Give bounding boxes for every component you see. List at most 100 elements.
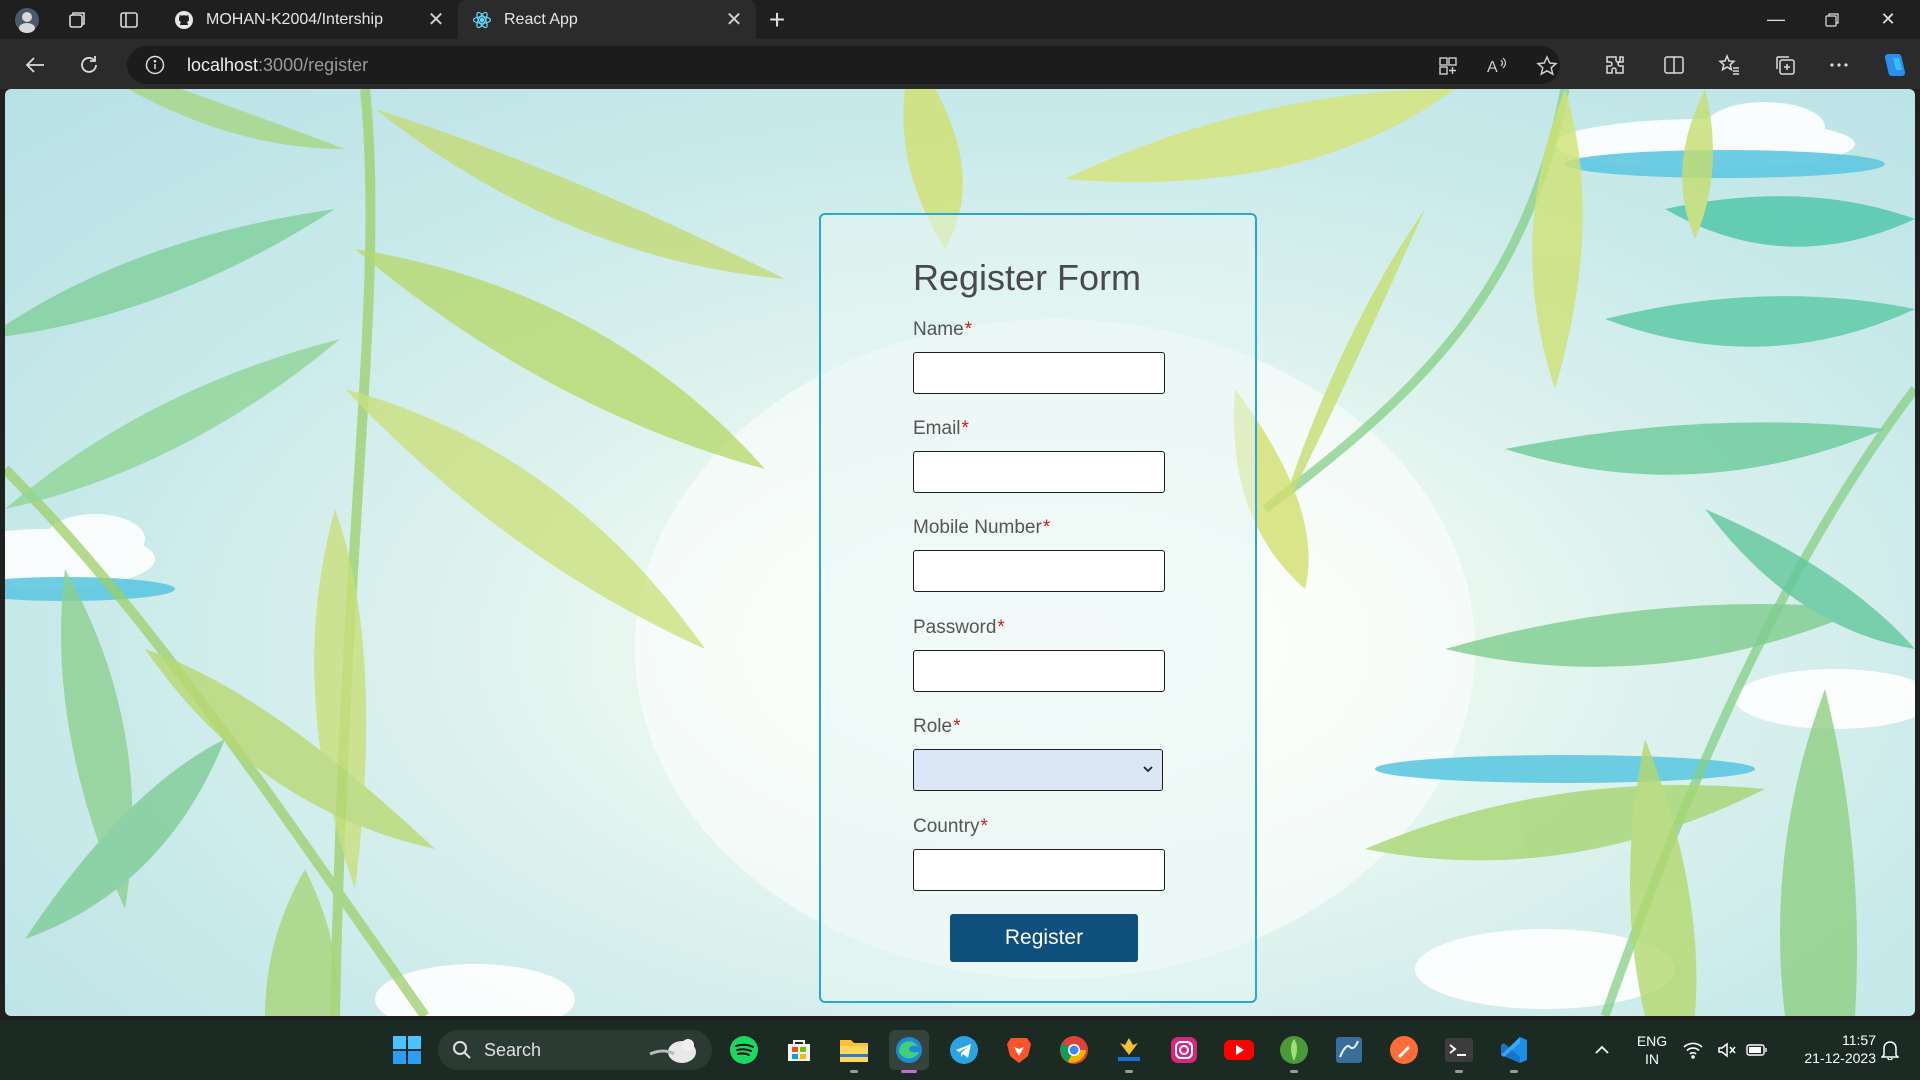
- volume-muted-icon[interactable]: [1712, 1030, 1742, 1070]
- mobile-number-input[interactable]: [913, 550, 1165, 592]
- register-form: Register Form Name* Email* Mobile Number…: [819, 213, 1257, 1003]
- region-code: IN: [1645, 1051, 1659, 1067]
- new-tab-icon[interactable]: +: [762, 4, 792, 35]
- url-text[interactable]: localhost:3000/register: [187, 55, 368, 76]
- running-indicator: [1125, 1070, 1133, 1073]
- close-tab-icon[interactable]: ✕: [720, 6, 748, 34]
- copilot-icon[interactable]: [1877, 48, 1911, 82]
- label-text: Country: [913, 816, 980, 837]
- restore-icon[interactable]: [1804, 0, 1860, 39]
- register-button[interactable]: Register: [950, 914, 1138, 962]
- tab-react-app[interactable]: React App ✕: [458, 0, 756, 39]
- email-label: Email*: [913, 418, 969, 440]
- mobile-number-label: Mobile Number*: [913, 517, 1050, 539]
- favorite-star-icon[interactable]: [1535, 54, 1559, 78]
- form-title: Register Form: [913, 257, 1142, 298]
- brave-icon[interactable]: [999, 1030, 1039, 1070]
- tab-github[interactable]: MOHAN-K2004/Intership ✕: [160, 0, 458, 39]
- wifi-icon[interactable]: [1678, 1030, 1708, 1070]
- store-icon[interactable]: [779, 1030, 819, 1070]
- required-mark: *: [980, 816, 988, 837]
- country-input[interactable]: [913, 849, 1165, 891]
- tab-actions-icon[interactable]: [116, 7, 142, 33]
- language-code: ENG: [1636, 1033, 1668, 1049]
- close-tab-icon[interactable]: ✕: [422, 6, 450, 34]
- refresh-icon[interactable]: [72, 48, 106, 82]
- clock[interactable]: 11:57 21-12-2023: [1780, 1031, 1876, 1067]
- mongodb-compass-icon[interactable]: [1274, 1030, 1314, 1073]
- role-select[interactable]: [913, 749, 1163, 791]
- running-indicator: [1290, 1070, 1298, 1073]
- name-label: Name*: [913, 319, 972, 341]
- chevron-down-icon: [1143, 766, 1153, 773]
- minimize-icon[interactable]: —: [1748, 0, 1804, 39]
- search-icon: [453, 1041, 471, 1059]
- start-icon[interactable]: [387, 1030, 427, 1070]
- required-mark: *: [1042, 517, 1051, 538]
- url-host: localhost: [187, 55, 259, 75]
- svg-text:A: A: [1487, 59, 1498, 76]
- required-mark: *: [961, 418, 969, 439]
- title-bar: MOHAN-K2004/Intership ✕ React App ✕ + — …: [0, 0, 1920, 39]
- password-input[interactable]: [913, 650, 1165, 692]
- search-label: Search: [484, 1040, 542, 1060]
- running-indicator: [1455, 1070, 1463, 1073]
- app-icon[interactable]: [1109, 1030, 1149, 1073]
- extensions-icon[interactable]: [1598, 48, 1632, 82]
- close-window-icon[interactable]: ✕: [1860, 0, 1916, 39]
- battery-icon[interactable]: [1742, 1030, 1772, 1070]
- label-text: Role: [913, 716, 953, 737]
- label-text: Password: [913, 617, 997, 638]
- chrome-icon[interactable]: [1054, 1030, 1094, 1070]
- time: 11:57: [1842, 1032, 1876, 1048]
- running-indicator: [850, 1070, 858, 1073]
- role-label: Role*: [913, 716, 960, 738]
- url-path: :3000/register: [258, 55, 369, 75]
- taskbar-search[interactable]: Search: [438, 1030, 712, 1070]
- file-explorer-icon[interactable]: [834, 1030, 874, 1073]
- tab-label: React App: [504, 10, 578, 28]
- workspaces-icon[interactable]: [64, 7, 90, 33]
- running-indicator: [1510, 1070, 1518, 1073]
- address-bar[interactable]: localhost:3000/register A: [127, 46, 1560, 84]
- mysql-workbench-icon[interactable]: [1329, 1030, 1369, 1070]
- search-highlight-bird-icon: [649, 1039, 696, 1063]
- taskbar: Search ENG IN 11:57 21-12-2023: [0, 1020, 1920, 1080]
- youtube-icon[interactable]: [1219, 1030, 1259, 1070]
- profile-avatar-icon[interactable]: [14, 7, 40, 33]
- required-mark: *: [953, 716, 961, 737]
- running-indicator: [901, 1070, 917, 1073]
- spotify-icon[interactable]: [724, 1030, 764, 1070]
- notifications-icon[interactable]: [1876, 1030, 1904, 1070]
- back-icon[interactable]: [18, 48, 52, 82]
- page-viewport: Register Form Name* Email* Mobile Number…: [5, 89, 1915, 1016]
- app-available-icon[interactable]: [1436, 54, 1460, 78]
- browser-toolbar: localhost:3000/register A: [0, 39, 1920, 89]
- required-mark: *: [997, 617, 1005, 638]
- vscode-icon[interactable]: [1494, 1030, 1534, 1073]
- postman-icon[interactable]: [1384, 1030, 1424, 1070]
- react-icon: [472, 10, 492, 30]
- github-icon: [174, 10, 194, 30]
- terminal-icon[interactable]: [1439, 1030, 1479, 1073]
- more-options-icon[interactable]: [1822, 48, 1856, 82]
- label-text: Email: [913, 418, 961, 439]
- read-aloud-icon[interactable]: A: [1485, 54, 1509, 78]
- required-mark: *: [964, 319, 973, 340]
- collections-icon[interactable]: [1768, 48, 1802, 82]
- label-text: Mobile Number: [913, 517, 1042, 538]
- instagram-icon[interactable]: [1164, 1030, 1204, 1070]
- date: 21-12-2023: [1804, 1050, 1876, 1066]
- split-screen-icon[interactable]: [1657, 48, 1691, 82]
- email-input[interactable]: [913, 451, 1165, 493]
- edge-icon[interactable]: [889, 1030, 929, 1073]
- name-input[interactable]: [913, 352, 1165, 394]
- telegram-icon[interactable]: [944, 1030, 984, 1070]
- country-label: Country*: [913, 816, 988, 838]
- site-info-icon[interactable]: [145, 55, 165, 75]
- chevron-up-icon[interactable]: [1582, 1030, 1622, 1070]
- input-language[interactable]: ENG IN: [1632, 1032, 1672, 1068]
- favorites-icon[interactable]: [1712, 48, 1746, 82]
- tab-label: MOHAN-K2004/Intership: [206, 10, 383, 28]
- label-text: Name: [913, 319, 964, 340]
